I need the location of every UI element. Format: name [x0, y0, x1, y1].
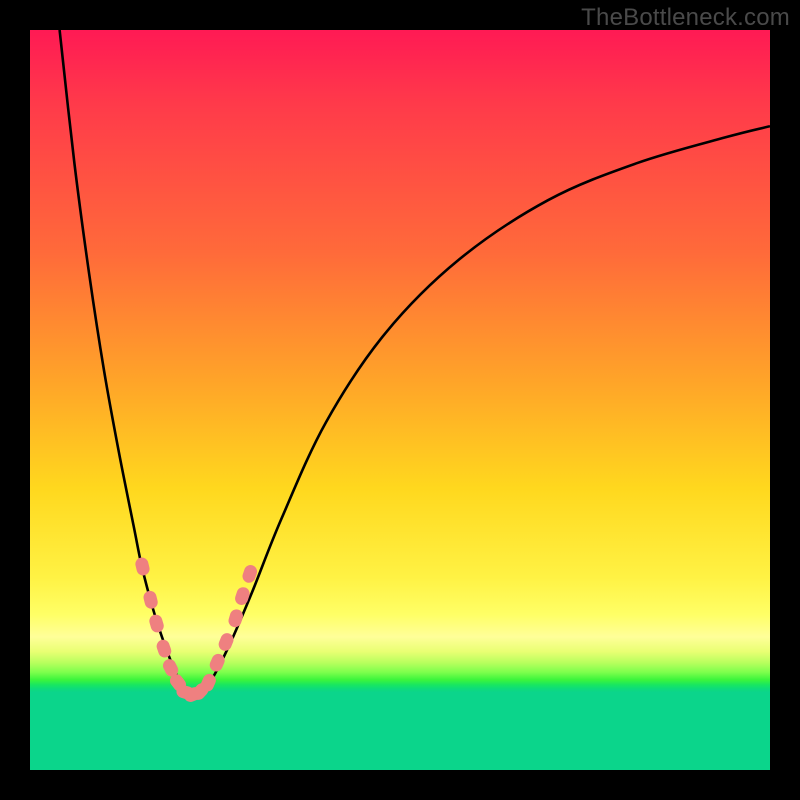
chart-frame: TheBottleneck.com — [0, 0, 800, 800]
curve-left-branch — [60, 30, 186, 694]
marker-dot — [148, 613, 166, 634]
marker-dot — [227, 608, 245, 629]
marker-dot — [182, 685, 204, 704]
plot-area — [30, 30, 770, 770]
marker-dot — [199, 672, 218, 694]
marker-dot — [134, 556, 151, 577]
marker-dot — [189, 681, 211, 703]
marker-dot — [217, 631, 236, 653]
watermark-text: TheBottleneck.com — [581, 4, 790, 32]
marker-dot — [175, 683, 196, 701]
marker-dot — [167, 672, 188, 694]
marker-dot — [161, 657, 181, 679]
marker-dot — [241, 563, 259, 584]
marker-dot — [142, 589, 159, 610]
curve-layer — [30, 30, 770, 770]
marker-dot — [155, 638, 173, 659]
marker-group — [134, 556, 259, 704]
marker-dot — [208, 652, 227, 674]
curve-group — [60, 30, 770, 695]
curve-right-branch — [193, 126, 770, 694]
marker-dot — [233, 586, 251, 607]
